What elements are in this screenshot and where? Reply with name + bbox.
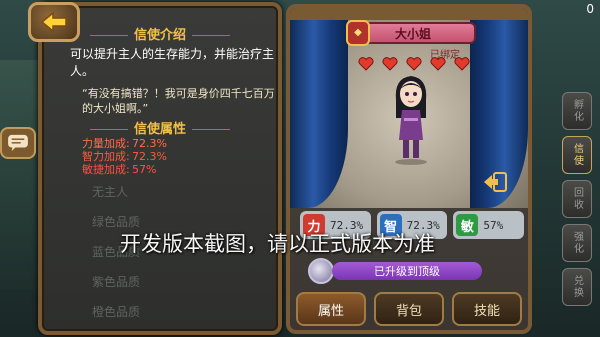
dev-build-watermark: 开发版本截图，请以正式版本为准: [120, 232, 435, 256]
attribute-row-power: 力量加成: 72.3%: [82, 137, 167, 150]
heart-icon: [406, 57, 422, 71]
stat-agility-value: 57%: [483, 218, 504, 232]
character-quote: “有没有搞错？！我可是身价四千七百万的大小姐啊。”: [82, 87, 275, 115]
attribute-list: 力量加成: 72.3% 智力加成: 72.3% 敏捷加成: 57%: [82, 137, 282, 176]
stage-valance: [290, 8, 528, 20]
messenger-info-panel: 信使介绍 可以提升主人的生存能力，并能治疗主人。 “有没有搞错？！我可是身价四千…: [38, 2, 282, 335]
side-item-hatch[interactable]: 孵化: [562, 92, 592, 130]
heart-icon: [454, 57, 470, 71]
tab-backpack[interactable]: 背包: [374, 292, 444, 326]
heart-rating: [358, 57, 470, 71]
heart-icon: [430, 57, 446, 71]
chat-button[interactable]: [0, 127, 36, 159]
rank-badge-icon: ◆: [346, 20, 370, 46]
side-item-enhance[interactable]: 强化: [562, 224, 592, 262]
back-button[interactable]: [28, 2, 80, 42]
side-menu: 孵化 信使 回收 强化 兑换: [562, 92, 592, 306]
quality-item: 橙色品质: [92, 305, 141, 319]
level-status-text: 已升级到顶级: [374, 265, 440, 278]
quality-item: 紫色品质: [92, 275, 141, 289]
level-status-bar: 已升级到顶级: [332, 262, 482, 280]
heart-icon: [358, 57, 374, 71]
swap-arrow-icon[interactable]: [482, 171, 508, 193]
attribute-row-intelligence: 智力加成: 72.3%: [82, 150, 167, 163]
character-sprite[interactable]: [386, 70, 436, 166]
messenger-card: 大小姐 ◆ 已绑定 力 72.3% 智 72.3% 敏 57% 已升级到顶级 属…: [286, 4, 532, 334]
agility-icon: 敏: [456, 214, 479, 236]
character-stage: 大小姐 ◆ 已绑定: [290, 8, 528, 208]
character-name: 大小姐: [394, 26, 431, 41]
attributes-section-title: 信使属性: [42, 118, 278, 137]
side-item-exchange[interactable]: 兑换: [562, 268, 592, 306]
quality-item: 无主人: [92, 185, 129, 199]
back-arrow-icon: [40, 11, 67, 33]
stat-agility: 敏 57%: [453, 211, 525, 239]
top-counter: 0: [586, 2, 594, 16]
intro-description: 可以提升主人的生存能力，并能治疗主人。: [70, 47, 275, 78]
chat-bubble-icon: [8, 134, 28, 152]
side-item-messenger[interactable]: 信使: [562, 136, 592, 174]
card-tabs: 属性 背包 技能: [296, 292, 522, 326]
tab-attributes[interactable]: 属性: [296, 292, 366, 326]
tab-skills[interactable]: 技能: [452, 292, 522, 326]
heart-icon: [382, 57, 398, 71]
side-item-recycle[interactable]: 回收: [562, 180, 592, 218]
curtain-left: [290, 8, 348, 208]
level-ring-icon: [308, 258, 334, 284]
attribute-row-agility: 敏捷加成: 57%: [82, 163, 157, 176]
